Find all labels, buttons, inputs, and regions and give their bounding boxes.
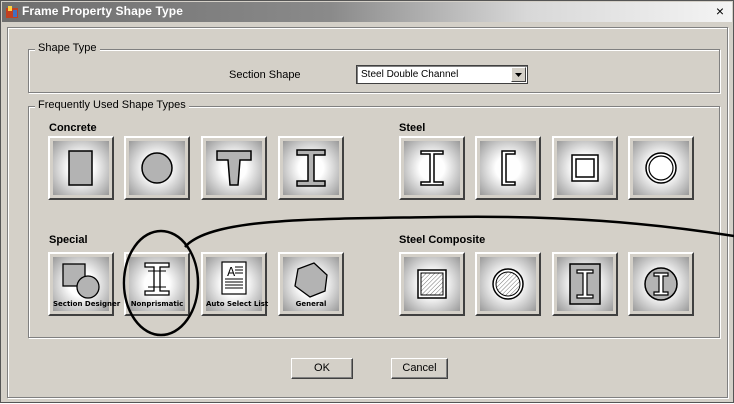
frequently-used-group-label: Frequently Used Shape Types (35, 99, 189, 111)
section-designer-caption: Section Designer (53, 300, 121, 308)
rectangle-section-icon (68, 150, 93, 186)
encased-i-circle-icon (644, 267, 678, 301)
steel-box-button[interactable] (552, 136, 618, 200)
encased-i-icon (569, 263, 601, 305)
i-section-icon (296, 149, 326, 187)
general-section-button[interactable]: General (278, 252, 344, 316)
composite-filled-pipe-button[interactable] (475, 252, 541, 316)
section-designer-button[interactable]: Section Designer (48, 252, 121, 316)
concrete-tee-button[interactable] (201, 136, 267, 200)
composite-encased-i-circle-button[interactable] (628, 252, 694, 316)
section-shape-value: Steel Double Channel (361, 69, 459, 80)
tee-section-icon (216, 150, 252, 186)
frame-property-shape-type-dialog: Frame Property Shape Type × Shape Type S… (0, 0, 734, 403)
app-icon (6, 6, 18, 18)
circle-section-icon (141, 152, 173, 184)
nonprismatic-button[interactable]: Nonprismatic (124, 252, 190, 316)
pipe-section-icon (645, 152, 677, 184)
filled-box-icon (417, 269, 447, 299)
concrete-i-section-button[interactable] (278, 136, 344, 200)
concrete-circular-button[interactable] (124, 136, 190, 200)
general-caption: General (295, 300, 327, 308)
auto-select-list-button[interactable]: A Auto Select List (201, 252, 269, 316)
steel-i-section-button[interactable] (399, 136, 465, 200)
category-special: Special (49, 234, 88, 246)
nonprismatic-caption: Nonprismatic (130, 300, 184, 308)
composite-encased-i-button[interactable] (552, 252, 618, 316)
composite-filled-box-button[interactable] (399, 252, 465, 316)
close-icon[interactable]: × (712, 3, 728, 19)
auto-select-list-caption: Auto Select List (206, 300, 269, 308)
channel-icon (501, 150, 516, 186)
cancel-button[interactable]: Cancel (391, 358, 448, 379)
category-steel-composite: Steel Composite (399, 234, 486, 246)
dropdown-arrow-icon[interactable] (511, 67, 526, 82)
category-steel: Steel (399, 122, 426, 134)
auto-select-glyph: A (227, 265, 236, 279)
filled-pipe-icon (492, 268, 524, 300)
shape-type-group: Shape Type Section Shape Steel Double Ch… (28, 42, 720, 93)
window-title: Frame Property Shape Type (22, 4, 183, 18)
shape-type-group-label: Shape Type (35, 42, 100, 54)
box-section-icon (571, 154, 599, 182)
steel-pipe-button[interactable] (628, 136, 694, 200)
category-concrete: Concrete (49, 122, 97, 134)
title-bar[interactable]: Frame Property Shape Type × (2, 2, 732, 22)
section-shape-label: Section Shape (229, 69, 301, 81)
steel-channel-button[interactable] (475, 136, 541, 200)
section-shape-dropdown[interactable]: Steel Double Channel (356, 65, 528, 84)
concrete-rectangular-button[interactable] (48, 136, 114, 200)
ok-button[interactable]: OK (291, 358, 353, 379)
steel-i-icon (420, 150, 444, 186)
